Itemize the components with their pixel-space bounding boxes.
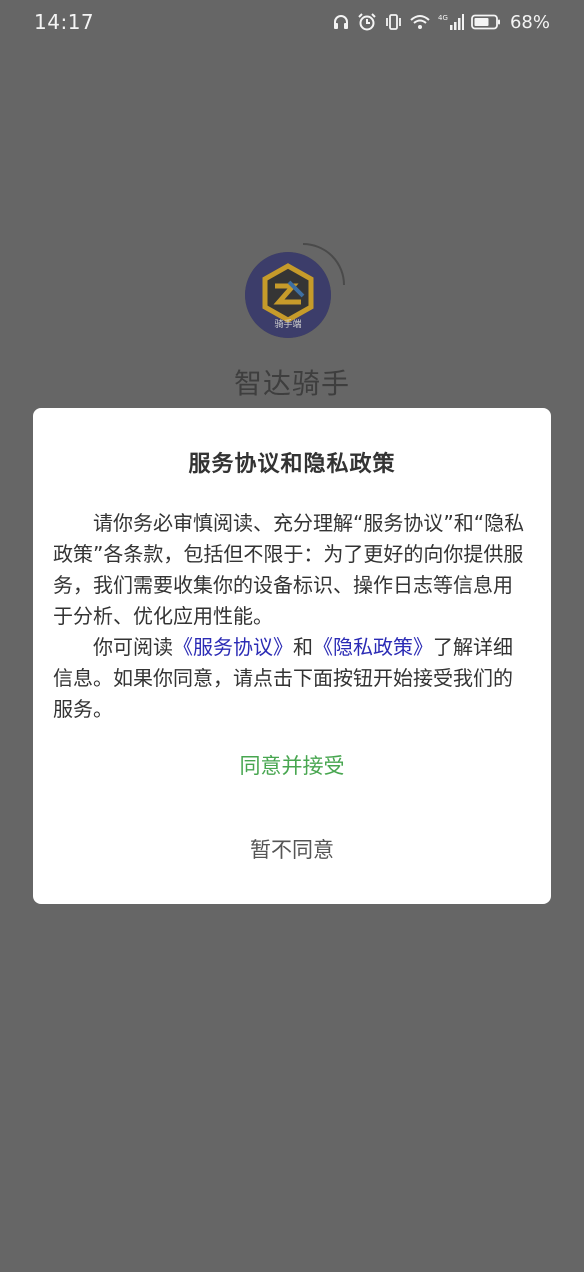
app-logo: 骑手端 [245,252,331,338]
battery-percent: 68% [509,11,550,33]
p2-prefix: 你可阅读 [93,635,173,659]
status-time: 14:17 [34,10,95,34]
signal-icon: 4G [438,13,464,31]
p2-and: 和 [293,635,313,659]
privacy-dialog: 服务协议和隐私政策 请你务必审慎阅读、充分理解“服务协议”和“隐私政策”各条款，… [33,408,551,904]
alarm-icon [357,12,377,32]
status-bar: 14:17 4G 68% [0,0,584,44]
battery-icon [471,14,501,30]
logo-caption: 骑手端 [274,320,302,330]
dialog-paragraph-2: 你可阅读《服务协议》和《隐私政策》了解详细信息。如果你同意，请点击下面按钮开始接… [53,632,531,725]
network-type: 4G [438,14,448,22]
dialog-title: 服务协议和隐私政策 [188,452,396,477]
wifi-icon [409,13,431,31]
service-agreement-link[interactable]: 《服务协议》 [173,635,293,659]
app-name: 智达骑手 [233,367,350,400]
privacy-policy-link[interactable]: 《隐私政策》 [313,635,433,659]
dialog-paragraph-1: 请你务必审慎阅读、充分理解“服务协议”和“隐私政策”各条款，包括但不限于：为了更… [53,511,525,628]
vibrate-icon [384,13,402,31]
status-icons: 4G 68% [332,12,550,33]
headphones-icon [332,13,350,31]
decline-button[interactable]: 暂不同意 [33,830,551,870]
agree-button[interactable]: 同意并接受 [33,746,551,786]
dialog-body: 请你务必审慎阅读、充分理解“服务协议”和“隐私政策”各条款，包括但不限于：为了更… [53,508,531,725]
